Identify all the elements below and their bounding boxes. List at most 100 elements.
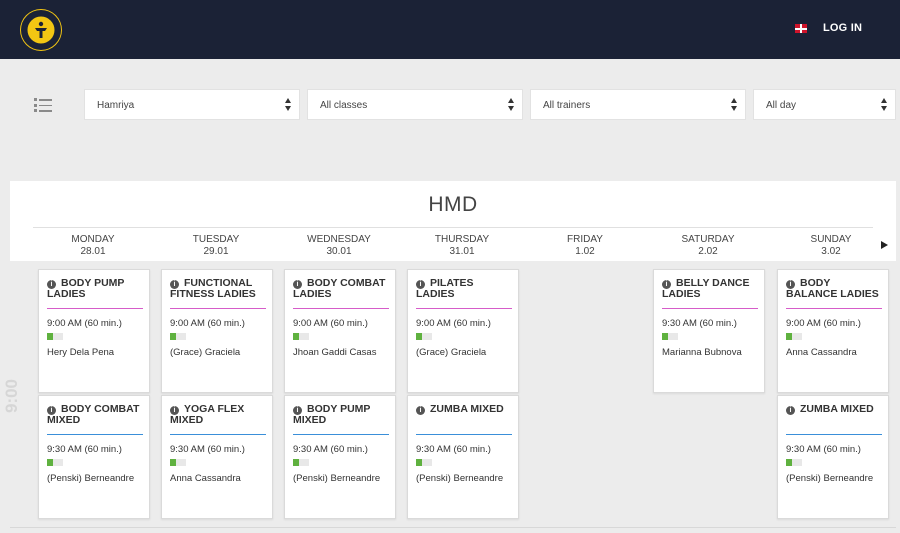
class-time: 9:00 AM (60 min.) bbox=[786, 318, 861, 329]
occupancy-bar bbox=[786, 333, 802, 340]
occupancy-fill bbox=[662, 333, 668, 340]
class-name: PILATES LADIES bbox=[416, 277, 474, 300]
class-name: ZUMBA MIXED bbox=[430, 403, 504, 415]
class-card[interactable]: i BODY PUMP MIXED 9:30 AM (60 min.) (Pen… bbox=[284, 395, 396, 519]
classes-select[interactable]: All classes bbox=[307, 89, 523, 120]
day-date: 31.01 bbox=[449, 246, 475, 257]
next-week-arrow-icon[interactable] bbox=[881, 241, 888, 249]
occupancy-fill bbox=[47, 459, 53, 466]
class-name: ZUMBA MIXED bbox=[800, 403, 874, 415]
occupancy-bar bbox=[416, 459, 432, 466]
occupancy-bar bbox=[47, 333, 63, 340]
day-date: 30.01 bbox=[326, 246, 352, 257]
day-date: 1.02 bbox=[575, 246, 595, 257]
class-time: 9:30 AM (60 min.) bbox=[416, 444, 491, 455]
class-card[interactable]: i YOGA FLEX MIXED 9:30 AM (60 min.) Anna… bbox=[161, 395, 273, 519]
day-date: 2.02 bbox=[698, 246, 718, 257]
trainer-name: (Penski) Berneandre bbox=[786, 473, 874, 484]
sort-arrows-icon bbox=[508, 98, 515, 112]
login-link[interactable]: LOG IN bbox=[823, 22, 862, 34]
occupancy-fill bbox=[786, 459, 792, 466]
class-time: 9:30 AM (60 min.) bbox=[170, 444, 245, 455]
class-card[interactable]: i BODY BALANCE LADIES 9:00 AM (60 min.) … bbox=[777, 269, 889, 393]
class-category-line bbox=[47, 308, 143, 309]
class-time: 9:00 AM (60 min.) bbox=[47, 318, 122, 329]
day-range-select[interactable]: All day bbox=[753, 89, 896, 120]
hour-label: 9:00 bbox=[2, 372, 22, 418]
trainer-name: Jhoan Gaddi Casas bbox=[293, 347, 377, 358]
top-navbar: LOG IN bbox=[0, 0, 900, 59]
class-time: 9:30 AM (60 min.) bbox=[786, 444, 861, 455]
day-header-wednesday: WEDNESDAY 30.01 bbox=[284, 234, 394, 258]
trainer-name: Anna Cassandra bbox=[170, 473, 241, 484]
class-card[interactable]: i BODY COMBAT MIXED 9:30 AM (60 min.) (P… bbox=[38, 395, 150, 519]
day-header-monday: MONDAY 28.01 bbox=[38, 234, 148, 258]
class-card[interactable]: i BODY PUMP LADIES 9:00 AM (60 min.) Her… bbox=[38, 269, 150, 393]
occupancy-fill bbox=[416, 333, 422, 340]
day-header-sunday: SUNDAY 3.02 bbox=[776, 234, 886, 258]
class-time: 9:00 AM (60 min.) bbox=[293, 318, 368, 329]
trainers-select[interactable]: All trainers bbox=[530, 89, 746, 120]
location-select[interactable]: Hamriya bbox=[84, 89, 300, 120]
hour-label-text: 9:00 bbox=[2, 378, 21, 414]
class-category-line bbox=[662, 308, 758, 309]
day-header-friday: FRIDAY 1.02 bbox=[530, 234, 640, 258]
day-name: FRIDAY bbox=[567, 234, 603, 245]
location-select-value: Hamriya bbox=[97, 100, 135, 111]
golds-gym-logo[interactable] bbox=[21, 10, 61, 50]
class-category-line bbox=[47, 434, 143, 435]
class-card[interactable]: i FUNCTIONAL FITNESS LADIES 9:00 AM (60 … bbox=[161, 269, 273, 393]
occupancy-bar bbox=[293, 333, 309, 340]
occupancy-fill bbox=[293, 333, 299, 340]
class-card[interactable]: i PILATES LADIES 9:00 AM (60 min.) (Grac… bbox=[407, 269, 519, 393]
club-title: HMD bbox=[428, 193, 478, 216]
class-card[interactable]: i ZUMBA MIXED 9:30 AM (60 min.) (Penski)… bbox=[407, 395, 519, 519]
day-name: TUESDAY bbox=[192, 234, 240, 245]
list-view-icon[interactable] bbox=[34, 97, 52, 113]
schedule-bottom-divider bbox=[10, 527, 896, 528]
class-time: 9:00 AM (60 min.) bbox=[170, 318, 245, 329]
class-name: BODY COMBAT LADIES bbox=[293, 277, 386, 300]
class-category-line bbox=[293, 434, 389, 435]
class-time: 9:30 AM (60 min.) bbox=[662, 318, 737, 329]
trainer-name: Marianna Bubnova bbox=[662, 347, 742, 358]
day-name: MONDAY bbox=[71, 234, 115, 245]
occupancy-bar bbox=[662, 333, 678, 340]
occupancy-bar bbox=[170, 459, 186, 466]
trainer-name: Hery Dela Pena bbox=[47, 347, 115, 358]
classes-select-value: All classes bbox=[320, 100, 368, 111]
occupancy-fill bbox=[416, 459, 422, 466]
trainer-name: (Grace) Graciela bbox=[170, 347, 241, 358]
class-card[interactable]: i BODY COMBAT LADIES 9:00 AM (60 min.) J… bbox=[284, 269, 396, 393]
day-name: WEDNESDAY bbox=[307, 234, 371, 245]
class-name: BODY PUMP LADIES bbox=[47, 277, 125, 300]
class-name: BODY BALANCE LADIES bbox=[786, 277, 879, 300]
trainer-name: Anna Cassandra bbox=[786, 347, 857, 358]
trainers-select-value: All trainers bbox=[543, 100, 591, 111]
class-time: 9:30 AM (60 min.) bbox=[293, 444, 368, 455]
day-range-select-value: All day bbox=[766, 100, 797, 111]
class-name: FUNCTIONAL FITNESS LADIES bbox=[170, 277, 256, 300]
occupancy-fill bbox=[786, 333, 792, 340]
class-name: BODY COMBAT MIXED bbox=[47, 403, 140, 426]
class-card[interactable]: i BELLY DANCE LADIES 9:30 AM (60 min.) M… bbox=[653, 269, 765, 393]
day-date: 28.01 bbox=[80, 246, 106, 257]
day-date: 29.01 bbox=[203, 246, 229, 257]
class-category-line bbox=[170, 308, 266, 309]
occupancy-bar bbox=[47, 459, 63, 466]
occupancy-bar bbox=[293, 459, 309, 466]
class-card[interactable]: i ZUMBA MIXED 9:30 AM (60 min.) (Penski)… bbox=[777, 395, 889, 519]
language-flag-icon[interactable] bbox=[795, 24, 807, 33]
occupancy-fill bbox=[293, 459, 299, 466]
trainer-name: (Penski) Berneandre bbox=[416, 473, 504, 484]
class-name: BELLY DANCE LADIES bbox=[662, 277, 750, 300]
occupancy-bar bbox=[786, 459, 802, 466]
day-name: THURSDAY bbox=[434, 234, 490, 245]
class-category-line bbox=[416, 434, 512, 435]
occupancy-bar bbox=[170, 333, 186, 340]
class-name: BODY PUMP MIXED bbox=[293, 403, 371, 426]
trainer-name: (Penski) Berneandre bbox=[47, 473, 135, 484]
occupancy-bar bbox=[416, 333, 432, 340]
occupancy-fill bbox=[170, 459, 176, 466]
class-category-line bbox=[786, 308, 882, 309]
